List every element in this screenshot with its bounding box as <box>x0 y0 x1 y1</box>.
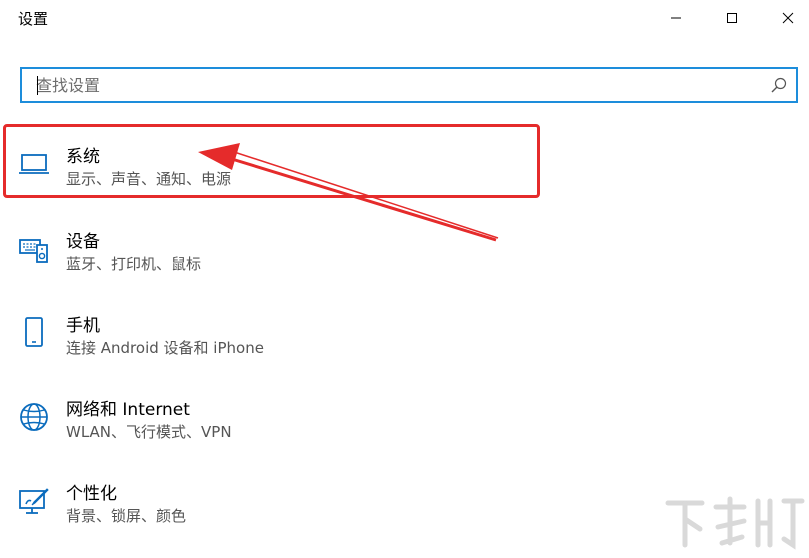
settings-item-network[interactable]: 网络和 Internet WLAN、飞行模式、VPN <box>0 395 809 467</box>
globe-icon <box>20 403 48 431</box>
window-title: 设置 <box>18 10 49 28</box>
watermark-logo <box>665 496 805 550</box>
settings-item-title: 个性化 <box>66 484 117 504</box>
settings-item-subtitle: WLAN、飞行模式、VPN <box>66 423 232 441</box>
devices-icon <box>19 239 48 263</box>
search-icon[interactable] <box>770 76 788 94</box>
maximize-button[interactable] <box>709 0 755 36</box>
minimize-button[interactable] <box>653 0 699 36</box>
settings-item-phone[interactable]: 手机 连接 Android 设备和 iPhone <box>0 311 809 383</box>
title-bar: 设置 <box>0 0 809 36</box>
maximize-icon <box>727 13 737 23</box>
settings-item-title: 手机 <box>66 316 100 336</box>
settings-item-subtitle: 蓝牙、打印机、鼠标 <box>66 255 202 273</box>
text-caret <box>37 76 38 95</box>
personalization-icon <box>19 488 49 514</box>
settings-window: 设置 系统 显示 <box>0 0 809 558</box>
annotation-highlight-box <box>3 124 540 198</box>
minimize-icon <box>671 17 681 19</box>
search-box[interactable] <box>20 67 798 103</box>
settings-item-title: 网络和 Internet <box>66 400 190 420</box>
close-button[interactable] <box>765 0 809 36</box>
close-icon <box>782 12 794 24</box>
settings-item-subtitle: 连接 Android 设备和 iPhone <box>66 339 264 357</box>
search-input[interactable] <box>36 69 756 101</box>
settings-item-title: 设备 <box>66 232 100 252</box>
settings-item-devices[interactable]: 设备 蓝牙、打印机、鼠标 <box>0 227 809 299</box>
settings-item-subtitle: 背景、锁屏、颜色 <box>66 507 187 525</box>
phone-icon <box>25 317 43 347</box>
